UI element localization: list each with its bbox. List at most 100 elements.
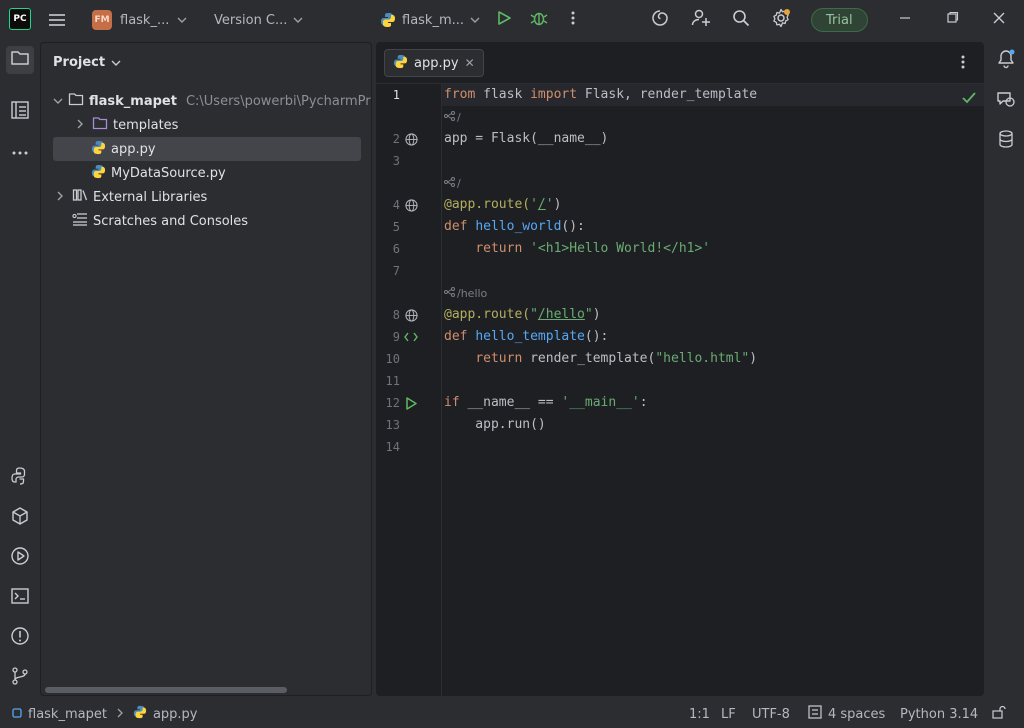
code-line-9[interactable]: def hello_template(): [444,329,608,344]
trial-badge[interactable]: Trial [811,8,868,32]
route-hint-icon [444,177,455,190]
file-encoding[interactable]: UTF-8 [752,700,790,728]
tab-app-py[interactable]: app.py ✕ [384,49,484,77]
more-actions-button[interactable] [568,0,578,40]
line-number: 6 [392,242,400,256]
minimize-icon [898,11,912,29]
code-token: : [639,395,648,410]
readonly-toggle[interactable] [992,700,1006,728]
module-icon [12,707,22,722]
editor-more-button[interactable] [958,54,970,72]
line-number: 10 [385,352,400,366]
caret-position[interactable]: 1:1 [689,700,710,728]
tree-item-label: Scratches and Consoles [93,213,249,229]
line-separator[interactable]: LF [721,700,736,728]
code-line-8[interactable]: @app.route("/hello") [444,307,601,322]
folder-icon [10,49,30,71]
code-line-13[interactable]: app.run() [444,417,545,432]
ai-assistant-button[interactable] [651,0,669,40]
horizontal-scrollbar[interactable] [45,687,287,693]
code-line-1[interactable]: from flask import Flask, render_template [444,87,757,102]
terminal-button[interactable] [6,584,34,612]
minimize-button[interactable] [898,0,912,40]
services-button[interactable] [6,544,34,572]
code-with-me-button[interactable] [691,0,711,40]
structure-tool-button[interactable] [6,98,34,126]
maximize-icon [945,11,959,29]
debug-button[interactable] [530,0,548,40]
project-badge: FM [92,10,112,30]
ai-chat-button[interactable] [993,88,1019,114]
route-hint-label: /hello [457,287,488,300]
globe-icon[interactable] [404,308,418,322]
tree-item-label: MyDataSource.py [111,165,226,181]
status-bar: flask_mapet app.py 1:1 LF UTF-8 4 spaces… [0,700,1024,728]
code-token: import [530,87,578,102]
code-token: def [444,329,468,344]
project-tool-button[interactable] [6,46,34,74]
run-button[interactable] [496,0,512,40]
project-panel-header[interactable]: Project [53,55,121,70]
template-link-icon[interactable] [404,330,418,344]
run-icon[interactable] [404,396,418,410]
breadcrumb-project[interactable]: flask_mapet [28,707,107,722]
maximize-button[interactable] [945,0,959,40]
database-button[interactable] [993,128,1019,154]
tree-item-scratches[interactable]: Scratches and Consoles [53,209,361,233]
right-tool-strip [988,40,1024,700]
globe-icon[interactable] [404,132,418,146]
code-line-12[interactable]: if __name__ == '__main__': [444,395,648,410]
project-widget[interactable]: FM flask_... [92,0,187,40]
code-line-6[interactable]: return '<h1>Hello World!</h1>' [444,241,710,256]
chevron-down-icon [470,15,480,26]
chevron-down-icon [177,15,187,26]
code-token: def [444,219,468,234]
checkmark-icon[interactable] [962,92,976,108]
chevron-down-icon[interactable] [53,96,63,107]
indent-setting[interactable]: 4 spaces [808,700,885,728]
close-icon[interactable]: ✕ [465,56,475,70]
tree-item-external-libraries[interactable]: External Libraries [53,185,361,209]
line-number: 5 [392,220,400,234]
code-line-4[interactable]: @app.route('/') [444,197,561,212]
pycharm-logo[interactable]: PC [9,8,31,30]
more-tools-button[interactable] [6,138,34,166]
python-console-button[interactable] [6,464,34,492]
main-menu-button[interactable] [48,0,70,40]
notifications-button[interactable] [993,48,1019,74]
problems-button[interactable] [6,624,34,652]
python-interpreter[interactable]: Python 3.14 [900,700,978,728]
more-icon [11,145,29,160]
tree-item-app-py[interactable]: app.py [53,137,361,161]
code-line-2[interactable]: app = Flask(__name__) [444,131,608,146]
tree-item-path: C:\Users\powerbi\PycharmProje [185,93,372,109]
breadcrumb-file[interactable]: app.py [153,707,198,722]
tree-item-templates[interactable]: templates [73,113,361,137]
run-config-selector[interactable]: flask_m... [380,0,480,40]
code-line-10[interactable]: return render_template("hello.html") [444,351,757,366]
chevron-down-icon [293,15,303,26]
route-hint[interactable]: / [444,111,461,124]
settings-button[interactable] [771,0,791,40]
folder-icon [68,92,84,110]
code-token: return [475,351,523,366]
tree-item-mydatasource-py[interactable]: MyDataSource.py [53,161,361,185]
route-hint[interactable]: / [444,177,461,190]
git-button[interactable] [6,664,34,692]
python-packages-button[interactable] [6,504,34,532]
close-window-button[interactable] [992,0,1006,40]
chevron-right-icon[interactable] [73,119,87,132]
chevron-right-icon[interactable] [53,191,67,204]
tree-item-label: External Libraries [93,189,208,205]
line-number: 13 [385,418,400,432]
route-hint[interactable]: /hello [444,287,487,300]
tree-item-flask-mapet[interactable]: flask_mapet C:\Users\powerbi\PycharmProj… [53,89,371,113]
scratches-icon [72,212,88,230]
search-button[interactable] [732,0,750,40]
left-tool-strip [0,40,40,700]
vcs-widget[interactable]: Version C... [214,0,303,40]
editor-gutter[interactable]: 1 2 3 4 5 6 7 8 9 10 11 12 13 14 [376,84,442,696]
globe-icon[interactable] [404,198,418,212]
code-line-5[interactable]: def hello_world(): [444,219,585,234]
